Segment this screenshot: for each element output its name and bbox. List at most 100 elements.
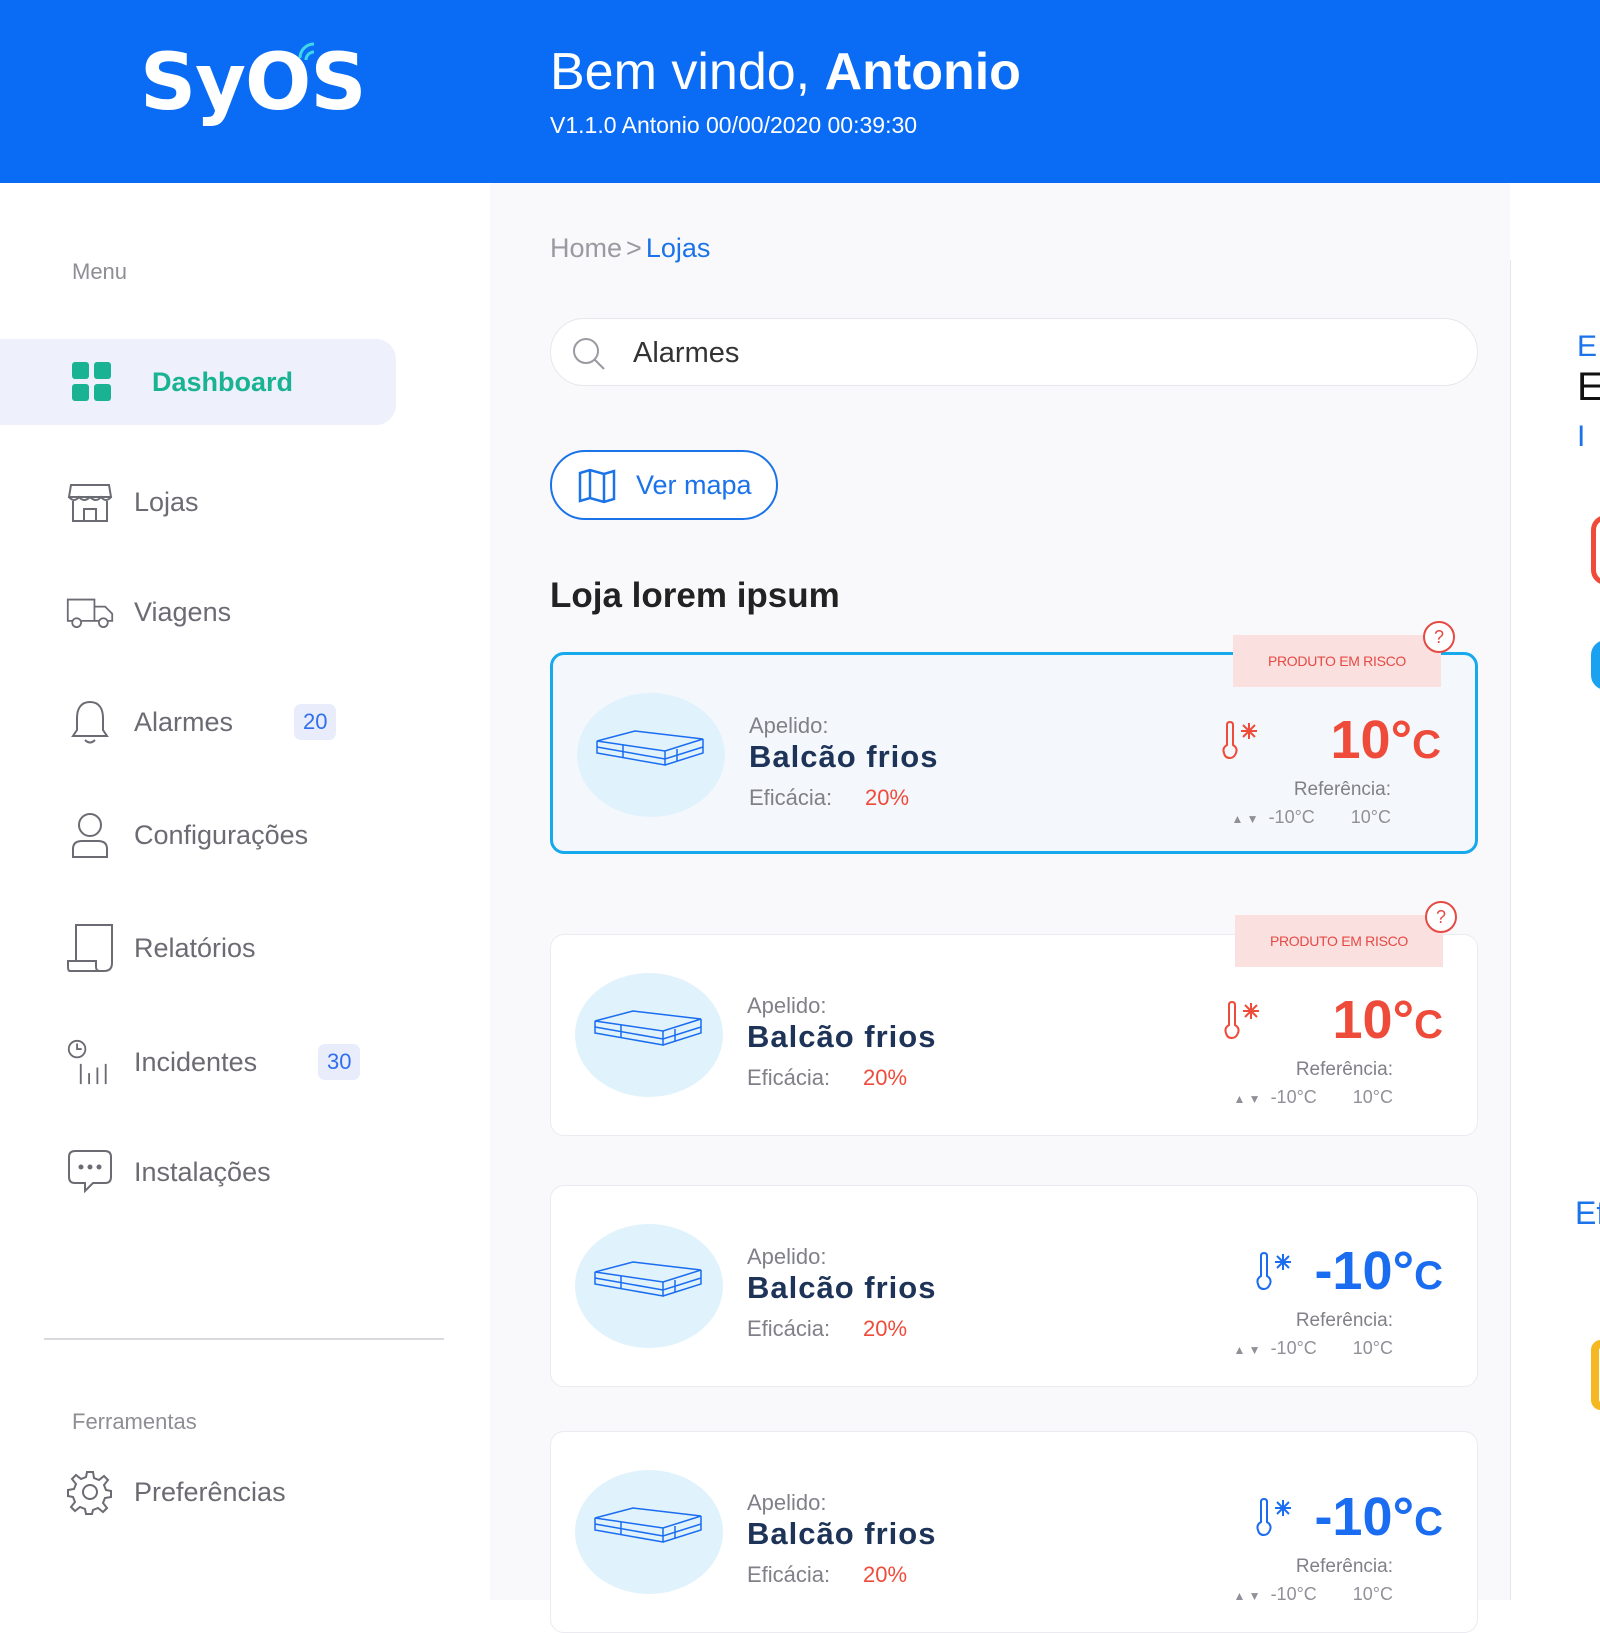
welcome-prefix: Bem vindo, <box>550 43 825 101</box>
breadcrumb-separator: > <box>626 233 642 263</box>
temperature-unit: C <box>1412 723 1441 767</box>
gear-icon <box>66 1468 114 1516</box>
thermometer-gauge-icon <box>1591 515 1600 585</box>
temperature-block: 10°C Referência: ▲ ▼ -10°C 10°C <box>1171 709 1441 829</box>
user-icon <box>66 811 114 859</box>
temperature-unit: C <box>1414 1500 1443 1544</box>
main-content: Home>Lojas Ver mapa Loja lorem ipsum Ape… <box>490 183 1510 1633</box>
reference-min: -10°C <box>1270 1087 1317 1107</box>
top-header: SyOS Bem vindo, Antonio V1.1.0 Antonio 0… <box>0 0 1600 183</box>
reference-label: Referência: <box>1295 1059 1393 1080</box>
sidebar-item-label: Preferências <box>134 1476 286 1507</box>
equipment-card[interactable]: Apelido: Balcão frios Eficácia: 20% -10°C Ref… <box>550 1185 1478 1387</box>
breadcrumb-current[interactable]: Lojas <box>646 233 711 263</box>
menu-section-label: Menu <box>72 259 128 284</box>
equipment-nickname: Balcão frios <box>747 1019 937 1054</box>
counter-thumbnail <box>575 1470 723 1594</box>
sidebar-item-incidentes[interactable]: Incidentes 30 <box>0 1019 396 1105</box>
efficiency-label: Eficácia: <box>747 1065 831 1090</box>
fridge-counter-icon <box>596 730 704 766</box>
help-icon[interactable]: ? <box>1423 621 1455 653</box>
fridge-counter-icon <box>594 1507 702 1543</box>
equipment-card[interactable]: Apelido: Balcão frios Eficácia: 20% -10°C Ref… <box>550 1431 1478 1633</box>
product-at-risk-badge: PRODUTO EM RISCO <box>1235 915 1443 967</box>
search-bar[interactable] <box>550 318 1478 386</box>
temperature-value: -10° <box>1314 1487 1415 1547</box>
efficiency-label: Eficácia: <box>747 1562 831 1587</box>
reference-label: Referência: <box>1293 779 1391 800</box>
thermometer-snowflake-icon <box>1256 1498 1291 1536</box>
sidebar-item-instalacoes[interactable]: Instalações <box>0 1129 396 1215</box>
syos-logo[interactable]: SyOS <box>140 38 367 128</box>
view-map-button[interactable]: Ver mapa <box>550 450 778 520</box>
bell-icon <box>66 698 114 746</box>
fridge-counter-icon <box>594 1261 702 1297</box>
sidebar-item-preferencias[interactable]: Preferências <box>0 1449 396 1535</box>
temperature-value: -10° <box>1314 1241 1415 1301</box>
current-temperature: -10°C <box>1314 1486 1443 1548</box>
temperature-value: 10° <box>1330 710 1413 770</box>
efficiency-label: Eficácia: <box>749 785 833 810</box>
sidebar-item-label: Configurações <box>134 819 309 850</box>
range-arrows-icon: ▲ ▼ <box>1233 1343 1261 1357</box>
reference-range: ▲ ▼ -10°C 10°C <box>1231 807 1391 828</box>
equipment-card[interactable]: Apelido: Balcão frios Eficácia: 20% PRODUTO … <box>550 901 1478 1136</box>
chart-clock-icon <box>66 1038 114 1086</box>
search-icon <box>573 338 605 370</box>
reference-range: ▲ ▼ -10°C 10°C <box>1233 1584 1393 1605</box>
welcome-heading: Bem vindo, Antonio <box>550 42 1021 102</box>
range-arrows-icon: ▲ ▼ <box>1233 1092 1261 1106</box>
temperature-block: 10°C Referência: ▲ ▼ -10°C 10°C <box>1173 989 1443 1109</box>
sidebar-item-label: Viagens <box>134 596 232 627</box>
equipment-nickname: Balcão frios <box>749 739 939 774</box>
sidebar-item-label: Alarmes <box>134 706 234 737</box>
breadcrumb: Home > Lojas <box>550 233 710 264</box>
efficiency-value: 20% <box>863 1562 908 1587</box>
grid-icon <box>68 358 116 406</box>
reference-min: -10°C <box>1270 1584 1317 1604</box>
reference-range: ▲ ▼ -10°C 10°C <box>1233 1087 1393 1108</box>
efficiency-label: Eficácia: <box>747 1316 831 1341</box>
breadcrumb-home[interactable]: Home <box>550 233 622 263</box>
wifi-waves-icon <box>298 42 315 61</box>
nickname-label: Apelido: <box>747 993 827 1018</box>
sidebar-item-label: Incidentes <box>134 1046 258 1077</box>
counter-thumbnail <box>577 693 725 817</box>
detail-panel-line-2: E <box>1577 365 1600 410</box>
current-temperature: 10°C <box>1330 709 1441 771</box>
detail-panel: E E I Ef <box>1510 260 1600 1600</box>
efficiency-gauge-icon <box>1591 1340 1600 1410</box>
reference-max: 10°C <box>1352 1584 1393 1604</box>
reference-min: -10°C <box>1270 1338 1317 1358</box>
tools-section-label: Ferramentas <box>72 1409 197 1434</box>
thermometer-snowflake-icon <box>1256 1252 1291 1290</box>
reference-max: 10°C <box>1352 1338 1393 1358</box>
nickname-label: Apelido: <box>749 713 829 738</box>
product-at-risk-badge: PRODUTO EM RISCO <box>1233 635 1441 687</box>
sidebar-item-lojas[interactable]: Lojas <box>0 459 396 545</box>
incident-count-badge: 30 <box>318 1044 361 1080</box>
equipment-card[interactable]: Apelido: Balcão frios Eficácia: 20% PRODUTO … <box>550 621 1478 854</box>
thermometer-snowflake-icon <box>1222 721 1257 759</box>
sidebar-item-dashboard[interactable]: Dashboard <box>0 339 396 425</box>
current-temperature: 10°C <box>1332 989 1443 1051</box>
help-icon[interactable]: ? <box>1425 901 1457 933</box>
efficiency-value: 20% <box>863 1065 908 1090</box>
current-temperature: -10°C <box>1314 1240 1443 1302</box>
sidebar-item-label: Instalações <box>134 1156 271 1187</box>
sidebar-item-alarmes[interactable]: Alarmes 20 <box>0 679 396 765</box>
sidebar-item-label: Lojas <box>134 486 199 517</box>
reference-label: Referência: <box>1295 1310 1393 1331</box>
sidebar-item-viagens[interactable]: Viagens <box>0 569 396 655</box>
store-title: Loja lorem ipsum <box>550 576 840 615</box>
sidebar-item-configuracoes[interactable]: Configurações <box>0 792 396 878</box>
search-input[interactable] <box>633 333 1433 373</box>
map-icon <box>578 468 616 504</box>
nickname-label: Apelido: <box>747 1490 827 1515</box>
drop-gauge-icon <box>1591 640 1600 690</box>
detail-panel-line-3: I <box>1577 420 1586 453</box>
temperature-value: 10° <box>1332 990 1415 1050</box>
sidebar-item-relatorios[interactable]: Relatórios <box>0 905 396 991</box>
temperature-block: -10°C Referência: ▲ ▼ -10°C 10°C <box>1173 1486 1443 1606</box>
efficiency-value: 20% <box>863 1316 908 1341</box>
